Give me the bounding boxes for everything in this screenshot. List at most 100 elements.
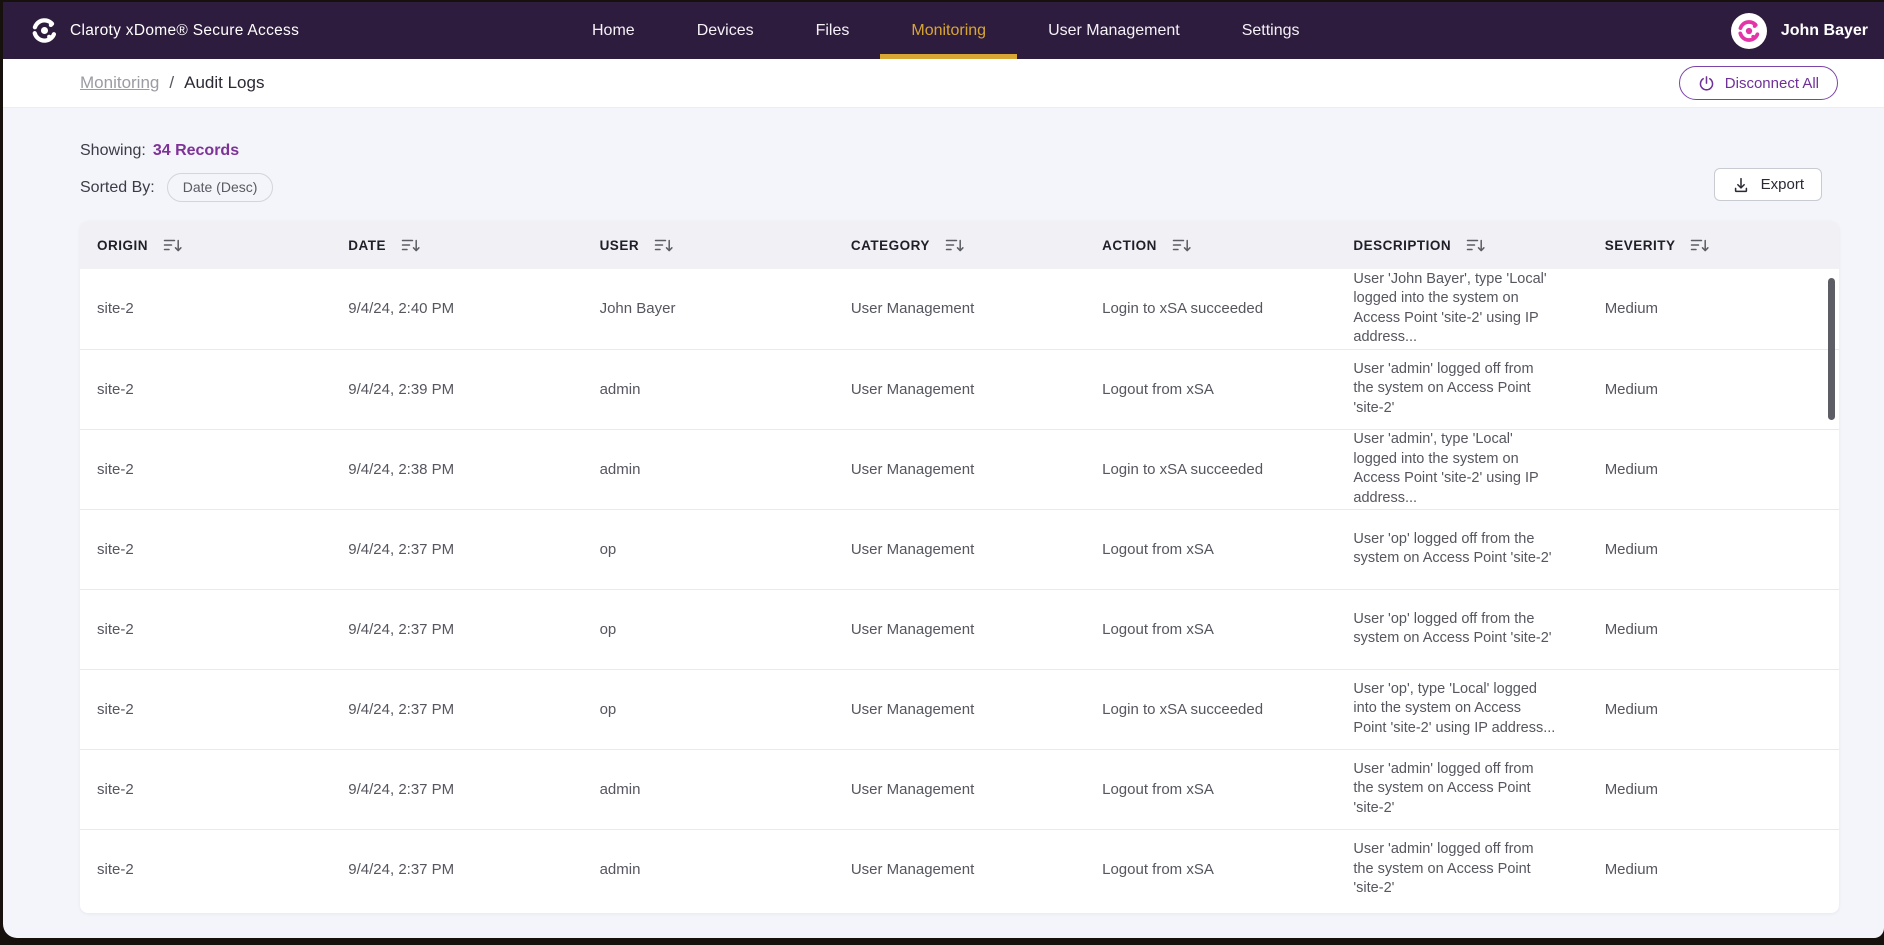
cell-user: admin bbox=[583, 429, 834, 509]
cell-origin: site-2 bbox=[80, 589, 331, 669]
cell-date: 9/4/24, 2:37 PM bbox=[331, 749, 582, 829]
cell-origin: site-2 bbox=[80, 749, 331, 829]
nav-item-files[interactable]: Files bbox=[785, 2, 881, 59]
cell-action: Login to xSA succeeded bbox=[1085, 669, 1336, 749]
cell-user: admin bbox=[583, 749, 834, 829]
showing-row: Showing:34 Records bbox=[80, 108, 1836, 160]
claroty-logo-icon bbox=[31, 17, 58, 44]
breadcrumb-current: Audit Logs bbox=[184, 73, 264, 93]
audit-logs-table: ORIGIN DATE USER CATEGORY ACTION DESCRIP… bbox=[80, 221, 1839, 909]
cell-description: User 'op' logged off from the system on … bbox=[1336, 509, 1587, 589]
cell-action: Logout from xSA bbox=[1085, 829, 1336, 909]
cell-action: Logout from xSA bbox=[1085, 509, 1336, 589]
cell-action: Logout from xSA bbox=[1085, 749, 1336, 829]
download-icon bbox=[1732, 176, 1750, 194]
breadcrumb-link-monitoring[interactable]: Monitoring bbox=[80, 73, 159, 93]
cell-description: User 'admin' logged off from the system … bbox=[1336, 349, 1587, 429]
brand: Claroty xDome® Secure Access bbox=[31, 2, 299, 59]
nav-item-home[interactable]: Home bbox=[561, 2, 666, 59]
sorted-by-label: Sorted By: bbox=[80, 179, 155, 197]
export-button[interactable]: Export bbox=[1714, 168, 1822, 201]
cell-origin: site-2 bbox=[80, 349, 331, 429]
sort-chip[interactable]: Date (Desc) bbox=[167, 173, 274, 202]
cell-date: 9/4/24, 2:37 PM bbox=[331, 669, 582, 749]
nav-item-devices[interactable]: Devices bbox=[666, 2, 785, 59]
cell-description: User 'op', type 'Local' logged into the … bbox=[1336, 669, 1587, 749]
filter-sort-icon[interactable] bbox=[945, 238, 964, 253]
cell-severity: Medium bbox=[1588, 829, 1839, 909]
table-scrollbar-thumb[interactable] bbox=[1828, 278, 1835, 420]
disconnect-all-button[interactable]: Disconnect All bbox=[1679, 66, 1838, 100]
cell-user: op bbox=[583, 669, 834, 749]
table-row[interactable]: site-2 9/4/24, 2:37 PM admin User Manage… bbox=[80, 749, 1839, 829]
sorted-by-row: Sorted By: Date (Desc) bbox=[80, 173, 1836, 202]
cell-severity: Medium bbox=[1588, 269, 1839, 349]
column-header-date[interactable]: DATE bbox=[331, 221, 582, 269]
nav-item-user-management[interactable]: User Management bbox=[1017, 2, 1211, 59]
cell-origin: site-2 bbox=[80, 269, 331, 349]
cell-category: User Management bbox=[834, 509, 1085, 589]
cell-description: User 'admin', type 'Local' logged into t… bbox=[1336, 429, 1587, 509]
filter-sort-icon[interactable] bbox=[401, 238, 420, 253]
column-header-action[interactable]: ACTION bbox=[1085, 221, 1336, 269]
cell-origin: site-2 bbox=[80, 829, 331, 909]
user-avatar[interactable] bbox=[1731, 13, 1767, 49]
filter-sort-icon[interactable] bbox=[163, 238, 182, 253]
column-header-origin[interactable]: ORIGIN bbox=[80, 221, 331, 269]
cell-severity: Medium bbox=[1588, 509, 1839, 589]
cell-description: User 'op' logged off from the system on … bbox=[1336, 589, 1587, 669]
cell-category: User Management bbox=[834, 269, 1085, 349]
table-row[interactable]: site-2 9/4/24, 2:37 PM op User Managemen… bbox=[80, 509, 1839, 589]
cell-user: John Bayer bbox=[583, 269, 834, 349]
showing-label: Showing: bbox=[80, 142, 146, 159]
cell-origin: site-2 bbox=[80, 509, 331, 589]
table-row[interactable]: site-2 9/4/24, 2:37 PM admin User Manage… bbox=[80, 829, 1839, 909]
cell-category: User Management bbox=[834, 349, 1085, 429]
main-menu: Home Devices Files Monitoring User Manag… bbox=[561, 2, 1331, 59]
audit-logs-table-card: ORIGIN DATE USER CATEGORY ACTION DESCRIP… bbox=[80, 221, 1839, 913]
table-header-row: ORIGIN DATE USER CATEGORY ACTION DESCRIP… bbox=[80, 221, 1839, 269]
app-window: Claroty xDome® Secure Access Home Device… bbox=[3, 2, 1884, 938]
cell-action: Login to xSA succeeded bbox=[1085, 269, 1336, 349]
cell-date: 9/4/24, 2:40 PM bbox=[331, 269, 582, 349]
column-header-category[interactable]: CATEGORY bbox=[834, 221, 1085, 269]
cell-category: User Management bbox=[834, 589, 1085, 669]
filter-sort-icon[interactable] bbox=[654, 238, 673, 253]
table-row[interactable]: site-2 9/4/24, 2:39 PM admin User Manage… bbox=[80, 349, 1839, 429]
cell-origin: site-2 bbox=[80, 429, 331, 509]
cell-description: User 'admin' logged off from the system … bbox=[1336, 749, 1587, 829]
cell-category: User Management bbox=[834, 429, 1085, 509]
cell-severity: Medium bbox=[1588, 349, 1839, 429]
table-row[interactable]: site-2 9/4/24, 2:40 PM John Bayer User M… bbox=[80, 269, 1839, 349]
cell-severity: Medium bbox=[1588, 589, 1839, 669]
cell-date: 9/4/24, 2:39 PM bbox=[331, 349, 582, 429]
column-header-severity[interactable]: SEVERITY bbox=[1588, 221, 1839, 269]
cell-severity: Medium bbox=[1588, 669, 1839, 749]
filter-sort-icon[interactable] bbox=[1690, 238, 1709, 253]
power-icon bbox=[1698, 75, 1715, 92]
filter-sort-icon[interactable] bbox=[1172, 238, 1191, 253]
cell-severity: Medium bbox=[1588, 429, 1839, 509]
user-menu[interactable]: John Bayer bbox=[1731, 2, 1868, 59]
brand-title: Claroty xDome® Secure Access bbox=[70, 22, 299, 40]
cell-action: Logout from xSA bbox=[1085, 589, 1336, 669]
breadcrumb-bar: Monitoring / Audit Logs Disconnect All bbox=[3, 59, 1884, 108]
filter-sort-icon[interactable] bbox=[1466, 238, 1485, 253]
cell-date: 9/4/24, 2:37 PM bbox=[331, 589, 582, 669]
table-row[interactable]: site-2 9/4/24, 2:37 PM op User Managemen… bbox=[80, 669, 1839, 749]
top-nav: Claroty xDome® Secure Access Home Device… bbox=[3, 2, 1884, 59]
column-header-user[interactable]: USER bbox=[583, 221, 834, 269]
nav-item-settings[interactable]: Settings bbox=[1211, 2, 1331, 59]
cell-description: User 'admin' logged off from the system … bbox=[1336, 829, 1587, 909]
cell-category: User Management bbox=[834, 829, 1085, 909]
table-row[interactable]: site-2 9/4/24, 2:37 PM op User Managemen… bbox=[80, 589, 1839, 669]
cell-user: admin bbox=[583, 829, 834, 909]
table-row[interactable]: site-2 9/4/24, 2:38 PM admin User Manage… bbox=[80, 429, 1839, 509]
content-area: Showing:34 Records Sorted By: Date (Desc… bbox=[3, 108, 1884, 913]
cell-user: admin bbox=[583, 349, 834, 429]
column-header-description[interactable]: DESCRIPTION bbox=[1336, 221, 1587, 269]
cell-user: op bbox=[583, 509, 834, 589]
breadcrumb-separator: / bbox=[169, 73, 174, 93]
cell-date: 9/4/24, 2:37 PM bbox=[331, 829, 582, 909]
nav-item-monitoring[interactable]: Monitoring bbox=[880, 2, 1017, 59]
